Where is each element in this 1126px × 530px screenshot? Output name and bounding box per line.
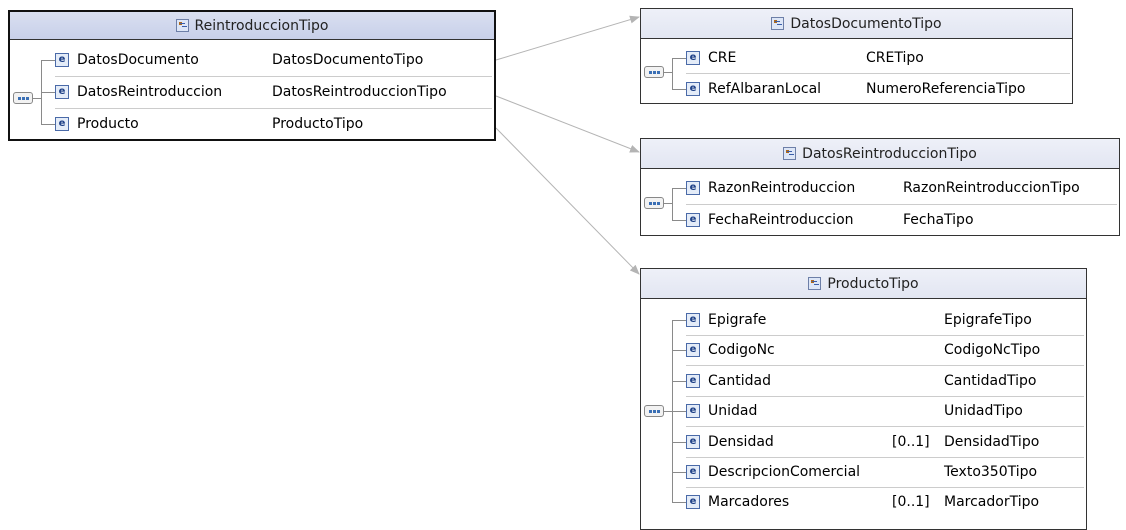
- row-separator: [686, 426, 1084, 427]
- element-type-fecha-reintroduccion[interactable]: FechaTipo: [903, 212, 974, 228]
- row-separator: [686, 335, 1084, 336]
- element-name-marcadores[interactable]: Marcadores: [708, 494, 789, 510]
- element-name-epigrafe[interactable]: Epigrafe: [708, 312, 766, 328]
- connector-datos-reintroduccion: [495, 95, 640, 153]
- element-type-descripcion-comercial[interactable]: Texto350Tipo: [944, 464, 1037, 480]
- element-name-codigo-nc[interactable]: CodigoNc: [708, 342, 775, 358]
- connector-datos-documento: [495, 15, 640, 61]
- sequence-trunk: [672, 58, 673, 89]
- element-type-unidad[interactable]: UnidadTipo: [944, 403, 1023, 419]
- datos-documento-tipo-header: DatosDocumentoTipo: [641, 9, 1072, 39]
- element-type-cantidad[interactable]: CantidadTipo: [944, 373, 1036, 389]
- branch-line: [672, 188, 686, 189]
- branch-line: [672, 320, 686, 321]
- element-cardinality-marcadores: [0..1]: [892, 494, 930, 510]
- row-separator: [686, 204, 1117, 205]
- branch-line: [672, 89, 686, 90]
- complex-type-icon: [175, 19, 189, 32]
- element-icon: e: [686, 495, 700, 509]
- element-cardinality-densidad: [0..1]: [892, 434, 930, 450]
- row-separator: [686, 396, 1084, 397]
- complex-type-icon: [808, 277, 822, 290]
- element-name-datos-documento[interactable]: DatosDocumento: [77, 52, 199, 68]
- branch-line: [41, 124, 55, 125]
- element-name-descripcion-comercial[interactable]: DescripcionComercial: [708, 464, 860, 480]
- branch-line: [672, 502, 686, 503]
- element-name-fecha-reintroduccion[interactable]: FechaReintroduccion: [708, 212, 854, 228]
- element-name-densidad[interactable]: Densidad: [708, 434, 774, 450]
- datos-reintroduccion-tipo-header: DatosReintroduccionTipo: [641, 139, 1119, 169]
- datos-documento-tipo-title: DatosDocumentoTipo: [790, 15, 942, 32]
- element-icon: e: [55, 85, 69, 99]
- element-icon: e: [686, 465, 700, 479]
- element-type-producto[interactable]: ProductoTipo: [272, 116, 363, 132]
- sequence-connector: [664, 203, 672, 204]
- sequence-icon[interactable]: [644, 66, 664, 78]
- branch-line: [41, 60, 55, 61]
- element-icon: e: [686, 82, 700, 96]
- element-name-razon-reintroduccion[interactable]: RazonReintroduccion: [708, 180, 855, 196]
- sequence-connector: [33, 98, 41, 99]
- branch-line: [672, 350, 686, 351]
- element-icon: e: [55, 53, 69, 67]
- branch-line: [672, 58, 686, 59]
- element-icon: e: [55, 117, 69, 131]
- row-separator: [55, 108, 492, 109]
- element-name-cantidad[interactable]: Cantidad: [708, 373, 771, 389]
- element-name-datos-reintroduccion[interactable]: DatosReintroduccion: [77, 84, 222, 100]
- datos-documento-tipo-box[interactable]: DatosDocumentoTipo e CRE CRETipo e RefAl…: [640, 8, 1073, 104]
- row-separator: [686, 487, 1084, 488]
- sequence-trunk: [672, 188, 673, 220]
- branch-line: [41, 92, 55, 93]
- datos-reintroduccion-tipo-box[interactable]: DatosReintroduccionTipo e RazonReintrodu…: [640, 138, 1120, 236]
- complex-type-icon: [783, 147, 797, 160]
- reintroduccion-tipo-box[interactable]: ReintroduccionTipo e DatosDocumento Dato…: [8, 10, 496, 141]
- element-type-codigo-nc[interactable]: CodigoNcTipo: [944, 342, 1040, 358]
- element-icon: e: [686, 181, 700, 195]
- sequence-icon[interactable]: [644, 405, 664, 417]
- element-icon: e: [686, 313, 700, 327]
- element-type-cre[interactable]: CRETipo: [866, 50, 924, 66]
- branch-line: [672, 472, 686, 473]
- branch-line: [672, 442, 686, 443]
- sequence-icon[interactable]: [644, 197, 664, 209]
- producto-tipo-header: ProductoTipo: [641, 269, 1086, 299]
- element-type-ref-albaran-local[interactable]: NumeroReferenciaTipo: [866, 81, 1025, 97]
- row-separator: [686, 73, 1070, 74]
- element-name-unidad[interactable]: Unidad: [708, 403, 757, 419]
- sequence-connector: [664, 411, 672, 412]
- element-icon: e: [686, 374, 700, 388]
- row-separator: [686, 365, 1084, 366]
- element-icon: e: [686, 404, 700, 418]
- element-type-razon-reintroduccion[interactable]: RazonReintroduccionTipo: [903, 180, 1080, 196]
- reintroduccion-tipo-title: ReintroduccionTipo: [194, 17, 329, 34]
- branch-line: [672, 411, 686, 412]
- element-icon: e: [686, 51, 700, 65]
- element-name-cre[interactable]: CRE: [708, 50, 736, 66]
- element-icon: e: [686, 343, 700, 357]
- element-type-marcadores[interactable]: MarcadorTipo: [944, 494, 1039, 510]
- producto-tipo-box[interactable]: ProductoTipo e Epigrafe EpigrafeTipo e C…: [640, 268, 1087, 530]
- element-icon: e: [686, 435, 700, 449]
- element-icon: e: [686, 213, 700, 227]
- sequence-connector: [664, 72, 672, 73]
- sequence-icon[interactable]: [13, 92, 33, 104]
- element-type-densidad[interactable]: DensidadTipo: [944, 434, 1039, 450]
- row-separator: [686, 457, 1084, 458]
- element-name-producto[interactable]: Producto: [77, 116, 139, 132]
- element-type-datos-reintroduccion[interactable]: DatosReintroduccionTipo: [272, 84, 447, 100]
- row-separator: [55, 76, 492, 77]
- branch-line: [672, 381, 686, 382]
- branch-line: [672, 220, 686, 221]
- element-name-ref-albaran-local[interactable]: RefAlbaranLocal: [708, 81, 821, 97]
- element-type-epigrafe[interactable]: EpigrafeTipo: [944, 312, 1032, 328]
- producto-tipo-title: ProductoTipo: [827, 275, 919, 292]
- datos-reintroduccion-tipo-title: DatosReintroduccionTipo: [802, 145, 977, 162]
- complex-type-icon: [771, 17, 785, 30]
- element-type-datos-documento[interactable]: DatosDocumentoTipo: [272, 52, 423, 68]
- reintroduccion-tipo-header: ReintroduccionTipo: [10, 12, 494, 40]
- connector-producto: [495, 127, 640, 275]
